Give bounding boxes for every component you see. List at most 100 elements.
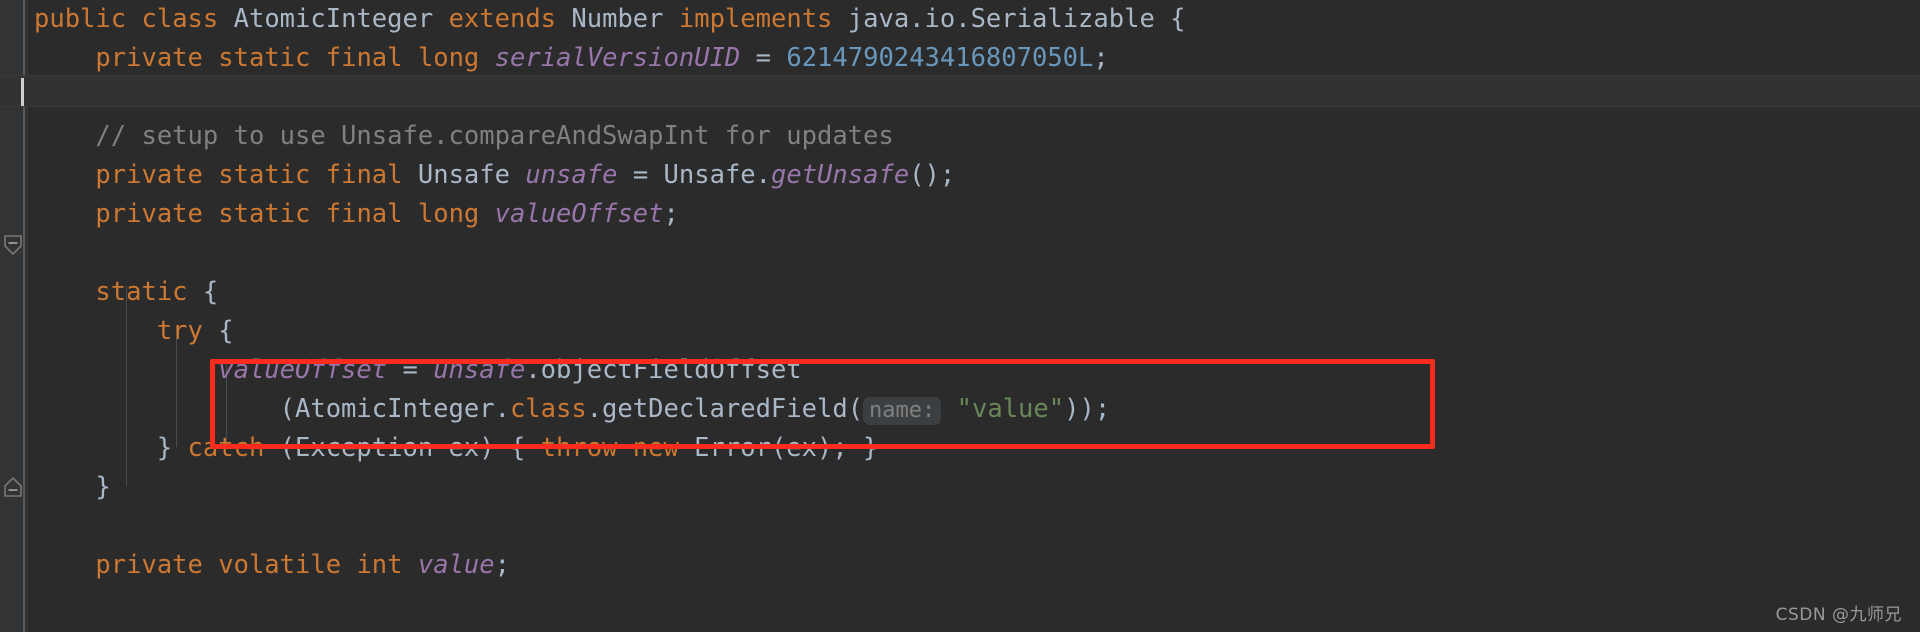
fold-marker-collapse-end[interactable]: [0, 474, 26, 500]
code-line[interactable]: valueOffset = unsafe.objectFieldOffset: [28, 351, 1920, 390]
code-line[interactable]: [28, 234, 1920, 273]
code-token: .getDeclaredField(: [586, 394, 864, 424]
code-editor[interactable]: public class AtomicInteger extends Numbe…: [0, 0, 1920, 632]
code-token: serialVersionUID: [494, 43, 741, 73]
code-token: unsafe: [433, 355, 526, 385]
code-token: final: [325, 199, 403, 229]
code-token: class: [141, 4, 219, 34]
code-token: 6214790243416807050L: [786, 43, 1094, 73]
code-token: ;: [494, 550, 510, 580]
fold-marker-collapse-static[interactable]: [0, 232, 26, 258]
code-token: Unsafe: [417, 160, 510, 190]
code-token: (Exception ex) {: [264, 433, 541, 463]
code-token: ();: [909, 160, 956, 190]
code-line[interactable]: [28, 507, 1920, 546]
code-token: "value": [956, 394, 1065, 424]
code-line[interactable]: // setup to use Unsafe.compareAndSwapInt…: [28, 117, 1920, 156]
code-token: private: [95, 43, 203, 73]
code-token: ;: [1093, 43, 1109, 73]
code-token: }: [34, 472, 111, 502]
code-content[interactable]: public class AtomicInteger extends Numbe…: [28, 0, 1920, 632]
code-token: AtomicInteger: [233, 4, 434, 34]
code-token: throw: [540, 433, 618, 463]
code-line[interactable]: private static final long serialVersionU…: [28, 39, 1920, 78]
code-token: {: [187, 277, 219, 307]
code-token: long: [417, 199, 480, 229]
code-token: ;: [663, 199, 679, 229]
code-token: class: [509, 394, 587, 424]
code-line[interactable]: (AtomicInteger.class.getDeclaredField(na…: [28, 390, 1920, 429]
code-token: Number: [571, 4, 664, 34]
code-token: =: [387, 355, 434, 385]
code-line[interactable]: [28, 78, 1920, 117]
code-token: final: [325, 160, 403, 190]
code-line[interactable]: public class AtomicInteger extends Numbe…: [28, 0, 1920, 39]
code-token: {: [202, 316, 234, 346]
code-token: Unsafe.: [663, 160, 771, 190]
code-token: static: [95, 277, 188, 307]
code-line[interactable]: } catch (Exception ex) { throw new Error…: [28, 429, 1920, 468]
code-token: catch: [187, 433, 265, 463]
code-line[interactable]: static {: [28, 273, 1920, 312]
code-token: ));: [1064, 394, 1111, 424]
code-token: java.io.Serializable: [847, 4, 1155, 34]
code-token: new: [632, 433, 679, 463]
code-token: private: [95, 160, 203, 190]
code-token: name:: [863, 397, 942, 425]
code-line[interactable]: private static final long valueOffset;: [28, 195, 1920, 234]
code-line[interactable]: private static final Unsafe unsafe = Uns…: [28, 156, 1920, 195]
code-line[interactable]: try {: [28, 312, 1920, 351]
code-token: private: [95, 199, 203, 229]
code-token: }: [34, 433, 188, 463]
code-token: =: [617, 160, 664, 190]
code-token: volatile: [218, 550, 342, 580]
code-line[interactable]: private volatile int value;: [28, 546, 1920, 585]
code-token: {: [1154, 4, 1186, 34]
code-token: (AtomicInteger.: [279, 394, 510, 424]
code-token: =: [740, 43, 787, 73]
code-token: private: [95, 550, 203, 580]
code-token: .objectFieldOffset: [525, 355, 802, 385]
code-token: int: [356, 550, 403, 580]
code-token: static: [218, 43, 311, 73]
code-token: valueOffset: [494, 199, 664, 229]
code-token: value: [417, 550, 495, 580]
code-token: static: [218, 199, 311, 229]
code-token: unsafe: [525, 160, 618, 190]
code-token: static: [218, 160, 311, 190]
code-token: extends: [448, 4, 557, 34]
code-line[interactable]: }: [28, 468, 1920, 507]
code-token: implements: [678, 4, 833, 34]
code-token: getUnsafe: [771, 160, 910, 190]
code-token: public: [34, 4, 127, 34]
